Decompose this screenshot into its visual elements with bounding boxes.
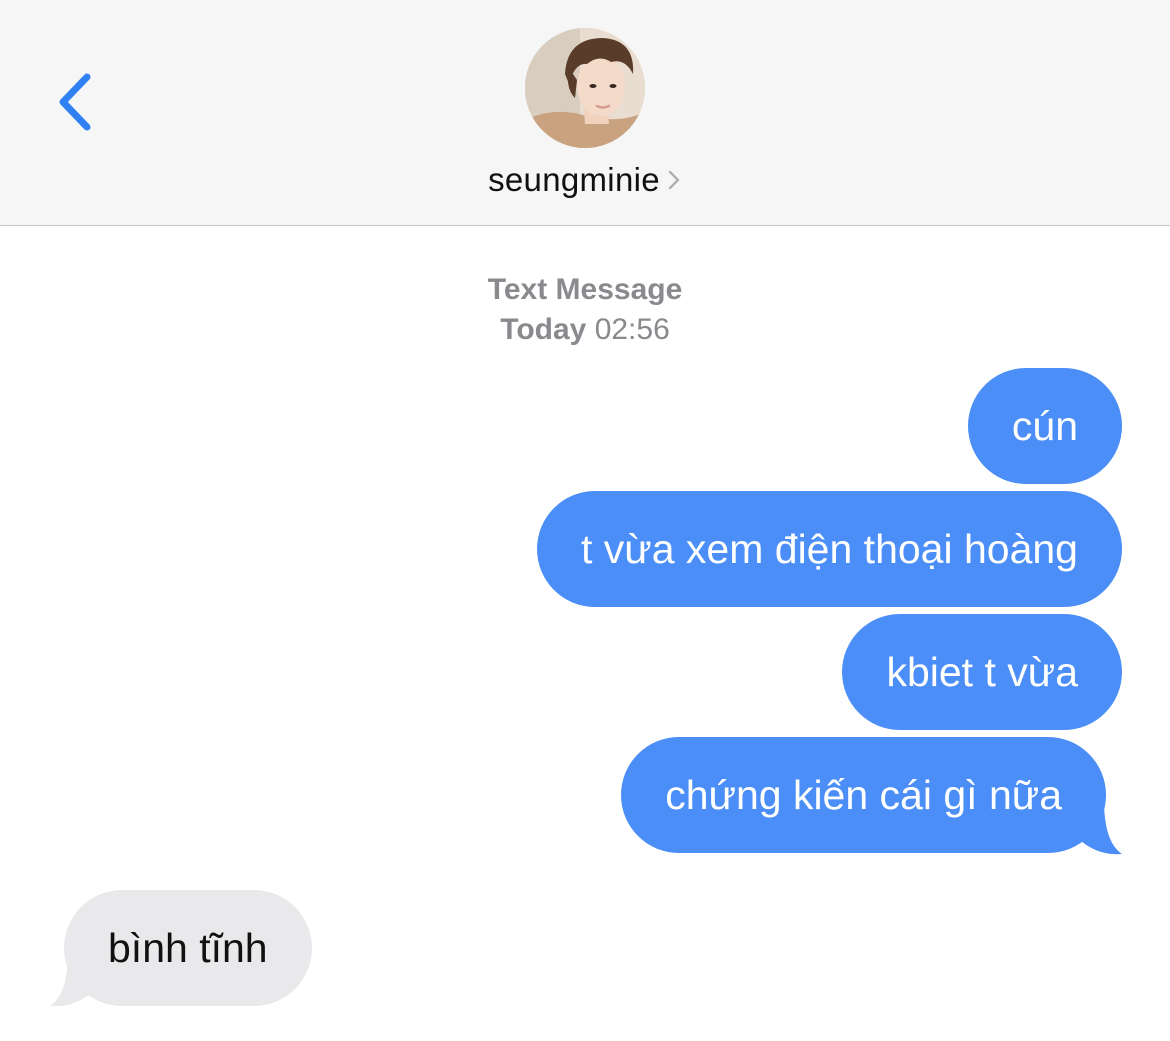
- contact-name: seungminie: [488, 161, 660, 198]
- message-bubble-received[interactable]: bình tĩnh: [64, 890, 312, 1006]
- message-bubble-sent[interactable]: t vừa xem điện thoại hoàng: [537, 491, 1122, 607]
- contact-avatar[interactable]: [525, 28, 645, 148]
- contact-name-row[interactable]: seungminie: [0, 158, 1170, 202]
- thread-timestamp: Text Message Today 02:56: [0, 270, 1170, 350]
- day-label: Today: [500, 313, 587, 346]
- time-line: Today 02:56: [0, 310, 1170, 350]
- message-text: chứng kiến cái gì nữa: [665, 771, 1062, 818]
- message-bubble-sent[interactable]: kbiet t vừa: [842, 614, 1122, 730]
- bubble-tail: [1080, 800, 1122, 855]
- chevron-right-icon: [668, 170, 682, 190]
- messages-screen: seungminie Text Message Today 02:56 cún …: [0, 0, 1170, 1041]
- service-label: Text Message: [487, 273, 683, 306]
- message-bubble-sent[interactable]: cún: [967, 368, 1122, 484]
- message-text: t vừa xem điện thoại hoàng: [581, 525, 1078, 572]
- message-text: cún: [1011, 402, 1078, 449]
- back-button[interactable]: [40, 62, 110, 142]
- conversation-header: seungminie: [0, 0, 1170, 226]
- bubble-tail: [50, 952, 92, 1007]
- avatar-image: [525, 28, 645, 148]
- chevron-left-icon: [59, 73, 91, 131]
- time-label: 02:56: [594, 313, 670, 346]
- message-text: bình tĩnh: [108, 924, 268, 971]
- message-bubble-sent[interactable]: chứng kiến cái gì nữa: [621, 737, 1106, 853]
- message-text: kbiet t vừa: [886, 648, 1078, 695]
